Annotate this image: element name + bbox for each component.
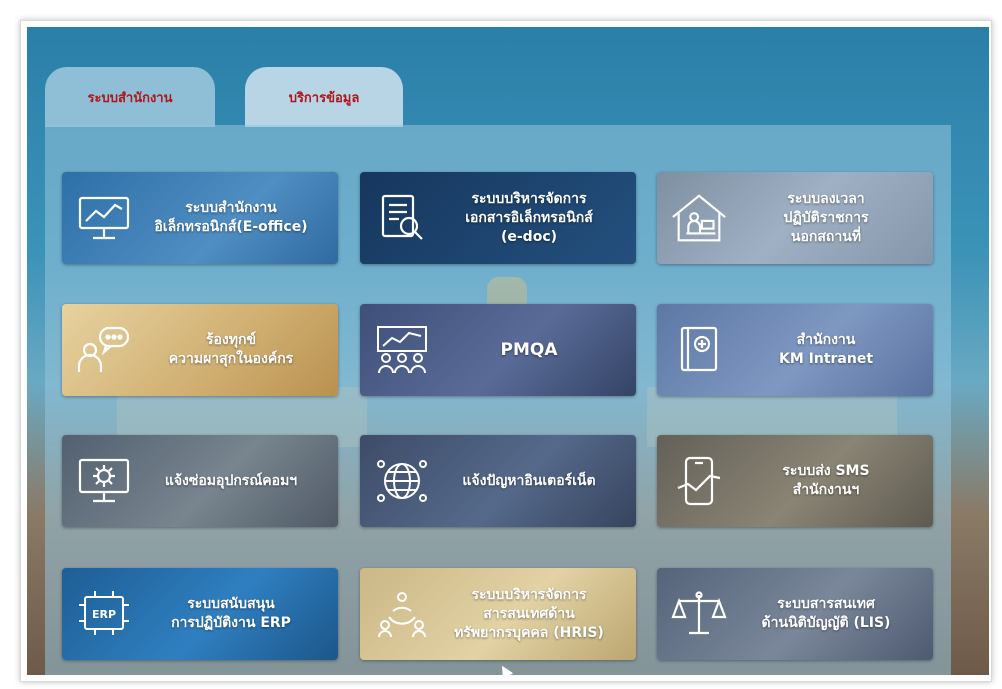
- tile-label: แจ้งปัญหาอินเตอร์เน็ต: [432, 472, 636, 491]
- erp-board-icon: ERP: [74, 584, 134, 644]
- tile-label-line: เอกสารอิเล็กทรอนิกส์: [465, 209, 593, 226]
- tile-label-line: ระบบลงเวลา: [787, 190, 865, 207]
- tile-label-line: ระบบบริหารจัดการ: [471, 190, 587, 207]
- tile-label: ระบบสารสนเทศ ด้านนิติบัญญัติ (LIS): [729, 595, 933, 633]
- tile-hris[interactable]: ระบบบริหารจัดการ สารสนเทศด้าน ทรัพยากรบุ…: [360, 568, 636, 660]
- tile-pmqa[interactable]: PMQA: [360, 304, 636, 396]
- tile-label-line: ทรัพยากรบุคคล (HRIS): [454, 624, 604, 641]
- tile-label-line: ร้องทุกข์: [205, 332, 257, 348]
- tile-label-line: สารสนเทศด้าน: [483, 605, 575, 622]
- tile-label-line: สำนักงานฯ: [792, 482, 860, 498]
- tile-label-line: การปฏิบัติงาน ERP: [171, 615, 291, 631]
- svg-text:ERP: ERP: [92, 608, 116, 621]
- tile-label-line: ปฏิบัติราชการ: [783, 209, 869, 226]
- people-cycle-icon: [372, 584, 432, 644]
- tile-complaint-wellbeing[interactable]: ร้องทุกข์ ความผาสุกในองค์กร: [62, 304, 338, 396]
- tile-label: ระบบบริหารจัดการ สารสนเทศด้าน ทรัพยากรบุ…: [432, 586, 636, 643]
- tile-label-line: (e-doc): [500, 228, 558, 245]
- tile-label: สำนักงาน KM Intranet: [729, 331, 933, 369]
- tile-label: ระบบบริหารจัดการ เอกสารอิเล็กทรอนิกส์ (e…: [432, 190, 636, 247]
- tile-label: ระบบส่ง SMS สำนักงานฯ: [729, 462, 933, 500]
- home-office-icon: [669, 188, 729, 248]
- knowledge-book-icon: [669, 320, 729, 380]
- tile-label-line: ด้านนิติบัญญัติ (LIS): [761, 615, 891, 631]
- tile-label-line: ระบบสนับสนุน: [187, 596, 275, 612]
- tile-label: ระบบลงเวลา ปฏิบัติราชการ นอกสถานที่: [729, 190, 933, 247]
- scales-icon: [669, 584, 729, 644]
- analytics-monitor-icon: [74, 188, 134, 248]
- document-search-icon: [372, 188, 432, 248]
- tile-label: ร้องทุกข์ ความผาสุกในองค์กร: [134, 331, 338, 369]
- globe-network-icon: [372, 451, 432, 511]
- tile-label-line: ความผาสุกในองค์กร: [168, 351, 294, 367]
- tile-e-office[interactable]: ระบบสำนักงาน อิเล็กทรอนิกส์(E-office): [62, 172, 338, 264]
- team-chart-icon: [372, 320, 432, 380]
- tile-label-line: สำนักงาน: [796, 332, 856, 348]
- tile-label-line: KM Intranet: [778, 351, 874, 367]
- tile-label-line: ระบบสำนักงาน: [185, 200, 277, 216]
- tile-km-intranet[interactable]: สำนักงาน KM Intranet: [657, 304, 933, 396]
- tab-information-services[interactable]: บริการข้อมูล: [245, 67, 403, 127]
- computer-gear-icon: [74, 451, 134, 511]
- tile-label-line: แจ้งซ่อมอุปกรณ์คอมฯ: [164, 472, 298, 489]
- tile-remote-time-log[interactable]: ระบบลงเวลา ปฏิบัติราชการ นอกสถานที่: [657, 172, 933, 264]
- tile-lis[interactable]: ระบบสารสนเทศ ด้านนิติบัญญัติ (LIS): [657, 568, 933, 660]
- tab-office-systems[interactable]: ระบบสำนักงาน: [45, 67, 215, 127]
- tile-label-line: แจ้งปัญหาอินเตอร์เน็ต: [462, 472, 596, 489]
- tile-internet-issue[interactable]: แจ้งปัญหาอินเตอร์เน็ต: [360, 435, 636, 527]
- tile-computer-repair[interactable]: แจ้งซ่อมอุปกรณ์คอมฯ: [62, 435, 338, 527]
- tile-label: แจ้งซ่อมอุปกรณ์คอมฯ: [134, 472, 338, 491]
- person-chat-icon: [74, 320, 134, 380]
- tile-label: ระบบสำนักงาน อิเล็กทรอนิกส์(E-office): [134, 199, 338, 237]
- tile-label: PMQA: [432, 339, 636, 360]
- phone-message-icon: [669, 451, 729, 511]
- tile-label: ระบบสนับสนุน การปฏิบัติงาน ERP: [134, 595, 338, 633]
- tile-label-line: ระบบบริหารจัดการ: [471, 586, 587, 603]
- tile-label-line: PMQA: [500, 339, 558, 360]
- tile-erp-support[interactable]: ERP ระบบสนับสนุน การปฏิบัติงาน ERP: [62, 568, 338, 660]
- tile-label-line: อิเล็กทรอนิกส์(E-office): [154, 219, 308, 235]
- tile-e-doc[interactable]: ระบบบริหารจัดการ เอกสารอิเล็กทรอนิกส์ (e…: [360, 172, 636, 264]
- tile-sms-system[interactable]: ระบบส่ง SMS สำนักงานฯ: [657, 435, 933, 527]
- tile-label-line: ระบบส่ง SMS: [782, 463, 870, 479]
- portal-background: ระบบสำนักงาน บริการข้อมูล ระบบสำนักงาน อ…: [27, 27, 989, 675]
- tile-label-line: นอกสถานที่: [790, 228, 862, 245]
- tile-label-line: ระบบสารสนเทศ: [777, 596, 875, 612]
